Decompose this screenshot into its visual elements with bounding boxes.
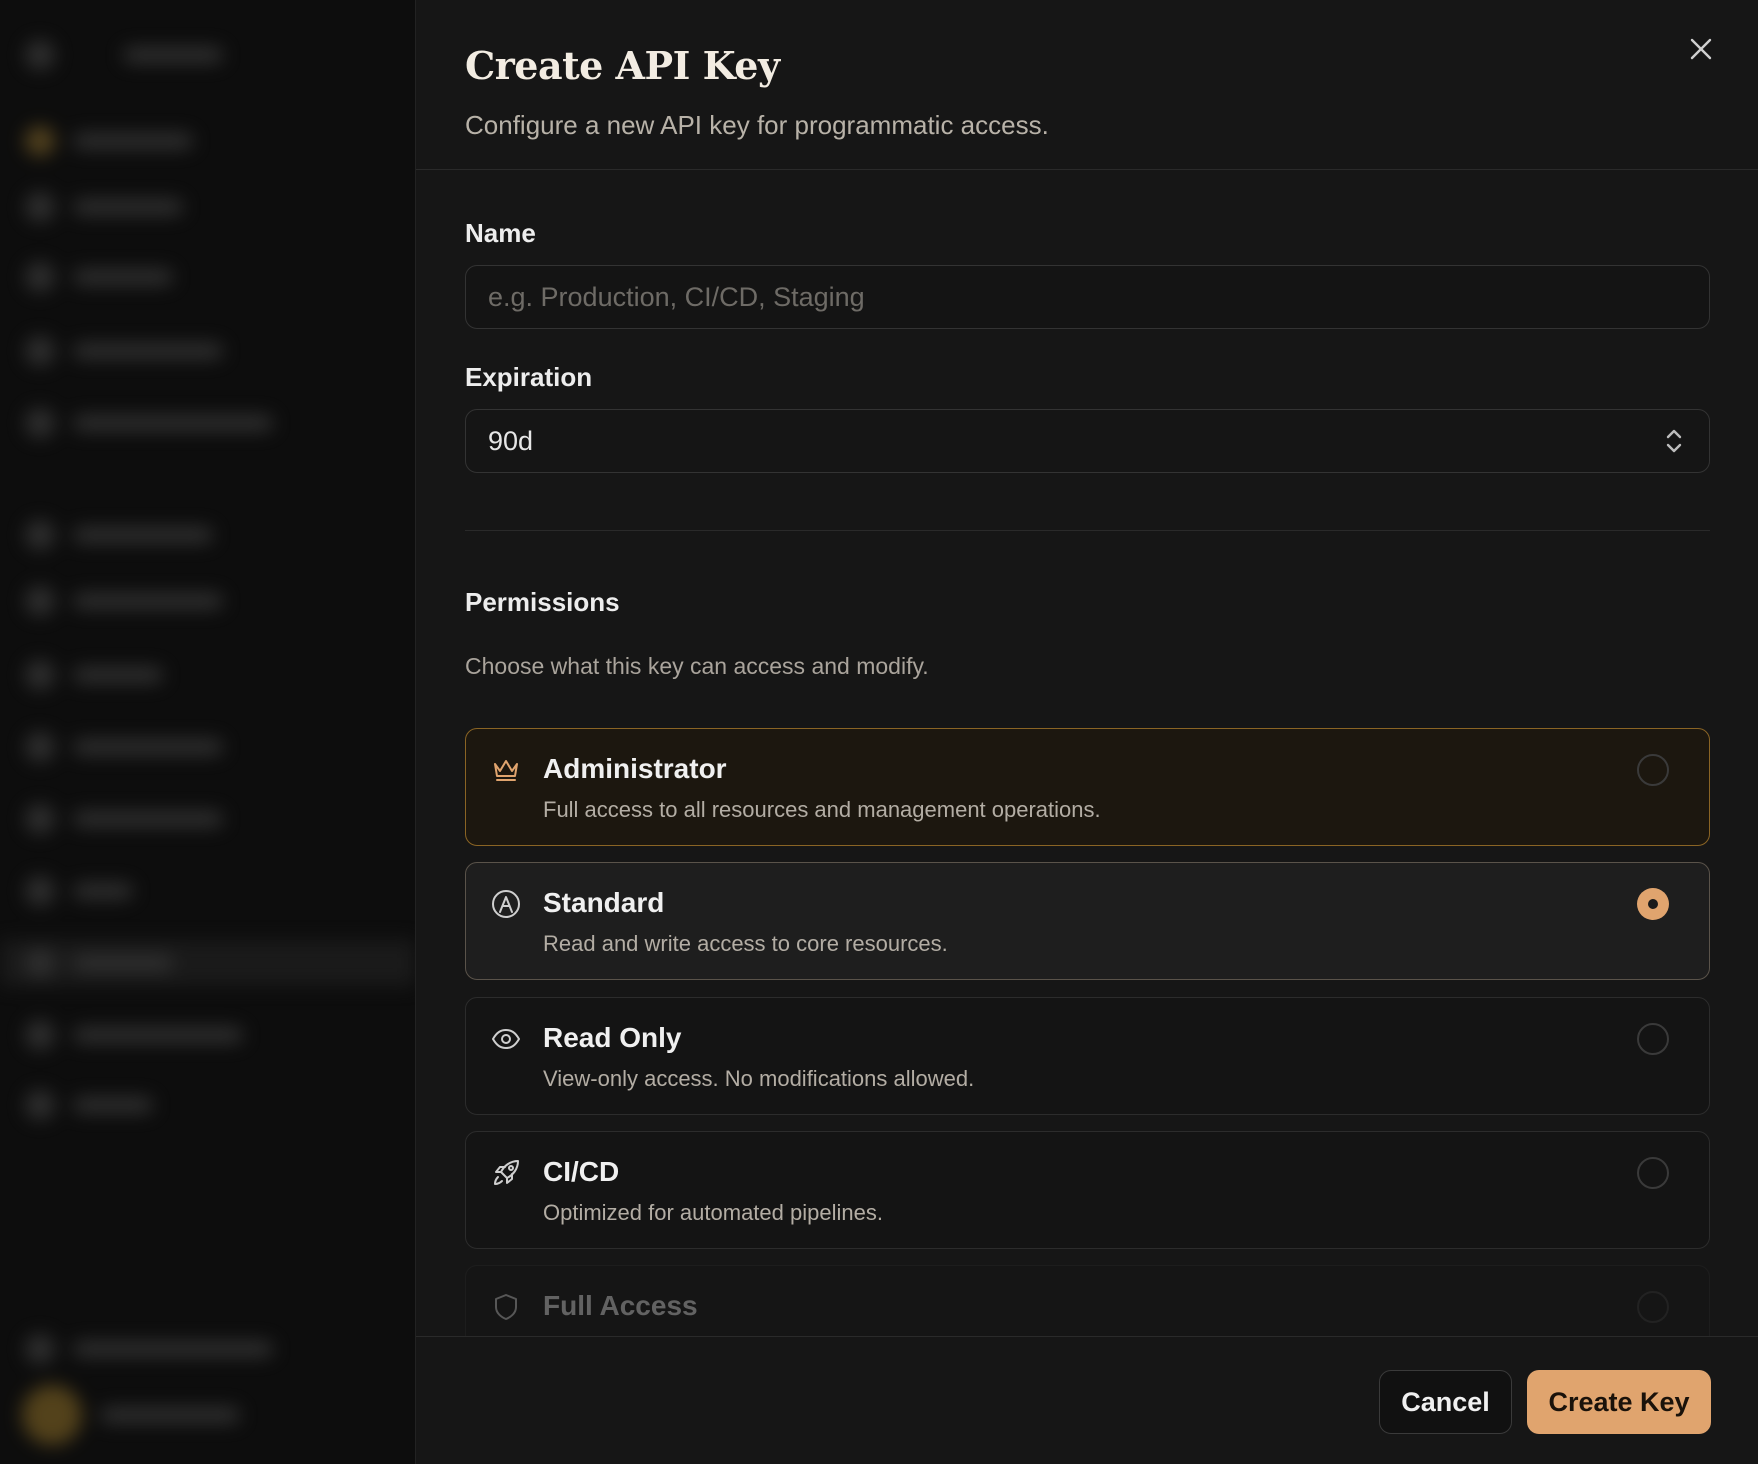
permission-option-administrator[interactable]: Administrator Full access to all resourc…	[465, 728, 1710, 846]
rocket-icon	[494, 1160, 519, 1185]
permission-option-standard[interactable]: Standard Read and write access to core r…	[465, 862, 1710, 980]
name-input[interactable]	[465, 265, 1710, 329]
shield-icon	[495, 1294, 517, 1320]
permission-title: CI/CD	[543, 1156, 620, 1187]
dialog-footer: Cancel Create Key	[416, 1336, 1758, 1464]
expiration-select[interactable]: 90d	[465, 409, 1710, 473]
create-api-key-dialog: Create API Key Configure a new API key f…	[415, 0, 1758, 1464]
dialog-header: Create API Key Configure a new API key f…	[416, 0, 1758, 170]
expiration-label: Expiration	[465, 362, 593, 392]
permission-title: Administrator	[543, 753, 727, 784]
permission-option-ci-cd[interactable]: CI/CD Optimized for automated pipelines.	[465, 1131, 1710, 1249]
permissions-title: Permissions	[465, 587, 620, 617]
permission-description: View-only access. No modifications allow…	[543, 1066, 975, 1091]
expiration-value: 90d	[488, 425, 534, 456]
crown-icon	[494, 760, 518, 781]
create-key-button[interactable]: Create Key	[1527, 1370, 1711, 1434]
permission-description: Optimized for automated pipelines.	[543, 1200, 883, 1225]
close-button[interactable]	[1684, 32, 1718, 66]
dialog-subtitle: Configure a new API key for programmatic…	[465, 110, 1049, 140]
name-label: Name	[465, 218, 536, 248]
permission-title: Standard	[543, 887, 665, 918]
eye-icon	[492, 1029, 520, 1049]
radio-button-selected[interactable]	[1637, 888, 1669, 920]
permission-option-read-only[interactable]: Read Only View-only access. No modificat…	[465, 997, 1710, 1115]
radio-button[interactable]	[1637, 1157, 1669, 1189]
user-circle-icon	[492, 890, 520, 918]
radio-button[interactable]	[1637, 1291, 1669, 1323]
close-icon	[1690, 38, 1712, 60]
permissions-description: Choose what this key can access and modi…	[465, 653, 929, 679]
radio-button[interactable]	[1637, 1023, 1669, 1055]
permission-title: Read Only	[543, 1022, 682, 1053]
cancel-button[interactable]: Cancel	[1379, 1370, 1512, 1434]
dialog-body: Name Expiration 90d Permissions Choose w…	[465, 170, 1710, 1336]
section-divider	[465, 530, 1710, 531]
dialog-title: Create API Key	[465, 43, 780, 88]
chevron-updown-icon	[1666, 429, 1682, 453]
permission-option-full-access[interactable]: Full Access	[465, 1265, 1710, 1336]
permission-description: Read and write access to core resources.	[543, 931, 948, 956]
permission-title: Full Access	[543, 1290, 698, 1321]
radio-button[interactable]	[1637, 754, 1669, 786]
permission-description: Full access to all resources and managem…	[543, 797, 1101, 822]
background-sidebar	[0, 0, 415, 1464]
